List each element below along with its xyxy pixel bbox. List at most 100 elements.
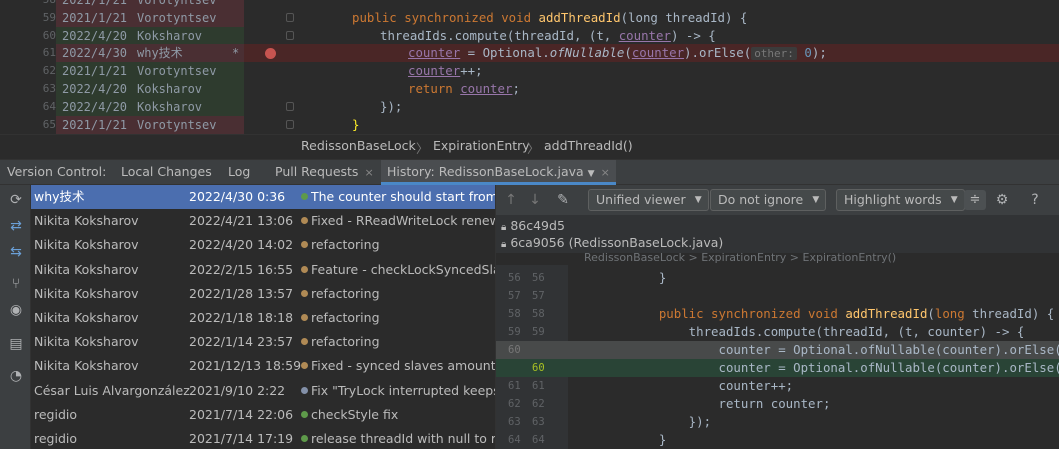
viewer-select[interactable]: Unified viewer ▼ — [588, 189, 709, 211]
blame-author: Vorotyntsev — [137, 64, 217, 78]
blame-author: Vorotyntsev — [137, 11, 217, 25]
table-row[interactable]: regidio 2021/7/14 22:06 checkStyle fix — [31, 403, 495, 427]
diff-added-line: counter = Optional.ofNullable(counter).o… — [568, 359, 1059, 377]
commit-date: 2022/4/21 13:06 — [189, 213, 294, 229]
blame-annotation[interactable]: 2022/4/20 Koksharov — [56, 98, 244, 116]
eye-icon[interactable]: ◉ — [7, 301, 25, 319]
code-line: counter = Optional.ofNullable(counter).o… — [408, 45, 827, 60]
blame-date: 2022/4/20 — [62, 29, 128, 43]
breadcrumb-item[interactable]: RedissonBaseLock — [301, 138, 416, 153]
compare-icon[interactable]: ⇄ — [7, 217, 25, 235]
blame-date: 2021/1/21 — [62, 0, 128, 7]
compare-local-icon[interactable]: ⇆ — [7, 243, 25, 261]
tab-log[interactable]: Log — [228, 160, 250, 185]
table-row[interactable]: why技术 2022/4/30 0:36 The counter should … — [31, 185, 495, 210]
code-line: threadIds.compute(threadId, (t, counter)… — [380, 28, 716, 43]
arrow-down-icon[interactable]: ↓ — [526, 191, 544, 209]
diff-line-numbers: 57 57 — [508, 290, 545, 302]
diff-line-numbers: 62 62 — [508, 398, 545, 410]
code-line: } — [352, 117, 360, 132]
commit-date: 2022/1/18 18:18 — [189, 310, 294, 325]
commit-message: release threadId with null to rel — [311, 431, 495, 446]
edit-icon[interactable]: ✎ — [554, 191, 572, 209]
commit-author: regidio — [34, 431, 78, 446]
blame-annotation[interactable]: 2022/4/20 Koksharov — [56, 80, 244, 98]
diff-revision-header: 🔒︎ 86c49d5 🔒︎ 6ca9056 (RedissonBaseLock.ja… — [496, 215, 1059, 253]
table-row[interactable]: Nikita Koksharov 2022/4/21 13:06 Fixed -… — [31, 209, 495, 233]
breakpoint-icon[interactable] — [265, 48, 276, 59]
editor-line: 59 2021/1/21 Vorotyntsev public synchroni… — [0, 9, 1059, 27]
blame-annotation[interactable]: 2021/1/21 Vorotyntsev — [56, 62, 244, 80]
blame-annotation[interactable]: 2021/1/21 Vorotyntsev — [56, 9, 244, 27]
close-icon[interactable]: × — [364, 166, 373, 179]
fold-marker-icon[interactable] — [286, 13, 294, 22]
fold-marker-icon[interactable] — [286, 31, 294, 40]
commit-message: refactoring — [311, 285, 380, 301]
version-control-tabbar: Version Control: Local Changes Log Pull … — [0, 159, 1059, 185]
diff-line-numbers: 60 — [496, 359, 568, 377]
commit-author: César Luis Alvargonzález — [34, 382, 190, 398]
line-number: 63 — [42, 82, 56, 95]
blame-author: Vorotyntsev — [137, 118, 217, 132]
refresh-icon[interactable]: ⟳ — [7, 191, 25, 209]
table-row[interactable]: Nikita Koksharov 2022/4/20 14:02 refacto… — [31, 233, 495, 257]
blame-author: Koksharov — [137, 82, 203, 96]
commit-author: Nikita Koksharov — [34, 358, 139, 374]
fold-marker-icon[interactable] — [286, 102, 294, 111]
graph-node — [301, 241, 308, 249]
code-editor[interactable]: 58 2021/1/21 Vorotyntsev 59 2021/1/21 Voro… — [0, 0, 1059, 134]
highlight-select[interactable]: Highlight words ▼ — [836, 189, 965, 211]
graph-node — [301, 289, 308, 297]
blame-annotation[interactable]: 2021/1/21 Vorotyntsev — [56, 0, 244, 9]
graph-node — [301, 410, 308, 418]
fold-marker-icon[interactable] — [286, 120, 294, 129]
diff-code-line: }); — [629, 414, 712, 429]
table-row[interactable]: Nikita Koksharov 2022/1/28 13:57 refacto… — [31, 282, 495, 306]
blame-annotation[interactable]: 2022/4/30 why技术 — [56, 44, 244, 62]
lock-icon: 🔒︎ — [501, 222, 507, 233]
blame-annotation[interactable]: 2021/1/21 Vorotyntsev — [56, 116, 244, 134]
blame-annotation[interactable]: 2022/4/20 Koksharov — [56, 27, 244, 45]
history-commit-list[interactable]: why技术 2022/4/30 0:36 The counter should … — [31, 185, 495, 449]
commit-message: refactoring — [311, 237, 380, 253]
code-line: return counter; — [408, 81, 520, 96]
diff-code-line: public synchronized void addThreadId(lon… — [629, 306, 1055, 321]
arrow-up-icon[interactable]: ↑ — [502, 191, 520, 209]
diff-deleted-line: counter = Optional.ofNullable(counter).o… — [568, 341, 1059, 359]
table-row[interactable]: Nikita Koksharov 2022/2/15 16:55 Feature… — [31, 258, 495, 282]
layout-icon[interactable]: ▤ — [7, 335, 25, 353]
table-row[interactable]: Nikita Koksharov 2021/12/13 18:59 Fixed … — [31, 354, 495, 378]
graph-node — [301, 386, 308, 394]
commit-author: why技术 — [34, 189, 85, 204]
github-icon[interactable]: ◔ — [7, 367, 25, 385]
parameter-hint: other: — [751, 47, 797, 60]
blame-author: why技术 — [137, 46, 183, 60]
table-row[interactable]: César Luis Alvargonzález 2021/9/10 2:22 … — [31, 379, 495, 403]
commit-date: 2022/4/20 14:02 — [189, 237, 294, 253]
diff-viewer[interactable]: ↑ ↓ ✎ Unified viewer ▼ Do not ignore ▼ Hig… — [495, 185, 1059, 449]
table-row[interactable]: Nikita Koksharov 2022/1/14 23:57 refacto… — [31, 330, 495, 354]
tab-history[interactable]: History: RedissonBaseLock.java ▼ × — [381, 160, 616, 185]
graph-node — [301, 435, 308, 442]
close-icon[interactable]: × — [601, 166, 610, 179]
editor-line: 61 2022/4/30 why技术 * counter = Optional.o… — [0, 44, 1059, 62]
breadcrumb-item[interactable]: ExpirationEntry — [433, 138, 530, 153]
collapse-unchanged-icon[interactable]: ≑ — [964, 190, 986, 210]
branch-icon[interactable]: ⑂ — [7, 275, 25, 293]
diff-code-line — [568, 287, 1059, 305]
table-row[interactable]: regidio 2021/7/14 17:19 release threadId… — [31, 427, 495, 449]
blame-date: 2021/1/21 — [62, 11, 128, 25]
commit-message: Fix "TryLock interrupted keeps r — [311, 382, 495, 398]
line-number: 64 — [42, 100, 56, 113]
gear-icon[interactable]: ⚙ — [993, 191, 1011, 209]
tab-pull-requests[interactable]: Pull Requests × — [275, 160, 374, 185]
chevron-down-icon[interactable]: ▼ — [588, 169, 595, 179]
breadcrumb-item[interactable]: addThreadId() — [544, 138, 633, 153]
table-row[interactable]: Nikita Koksharov 2022/1/18 18:18 refacto… — [31, 306, 495, 330]
ignore-whitespace-select[interactable]: Do not ignore ▼ — [710, 189, 827, 211]
help-icon[interactable]: ? — [1026, 191, 1044, 209]
commit-author: Nikita Koksharov — [34, 261, 139, 277]
tab-local-changes[interactable]: Local Changes — [121, 160, 212, 185]
blame-date: 2022/4/30 — [62, 46, 128, 60]
line-number: 62 — [42, 64, 56, 77]
